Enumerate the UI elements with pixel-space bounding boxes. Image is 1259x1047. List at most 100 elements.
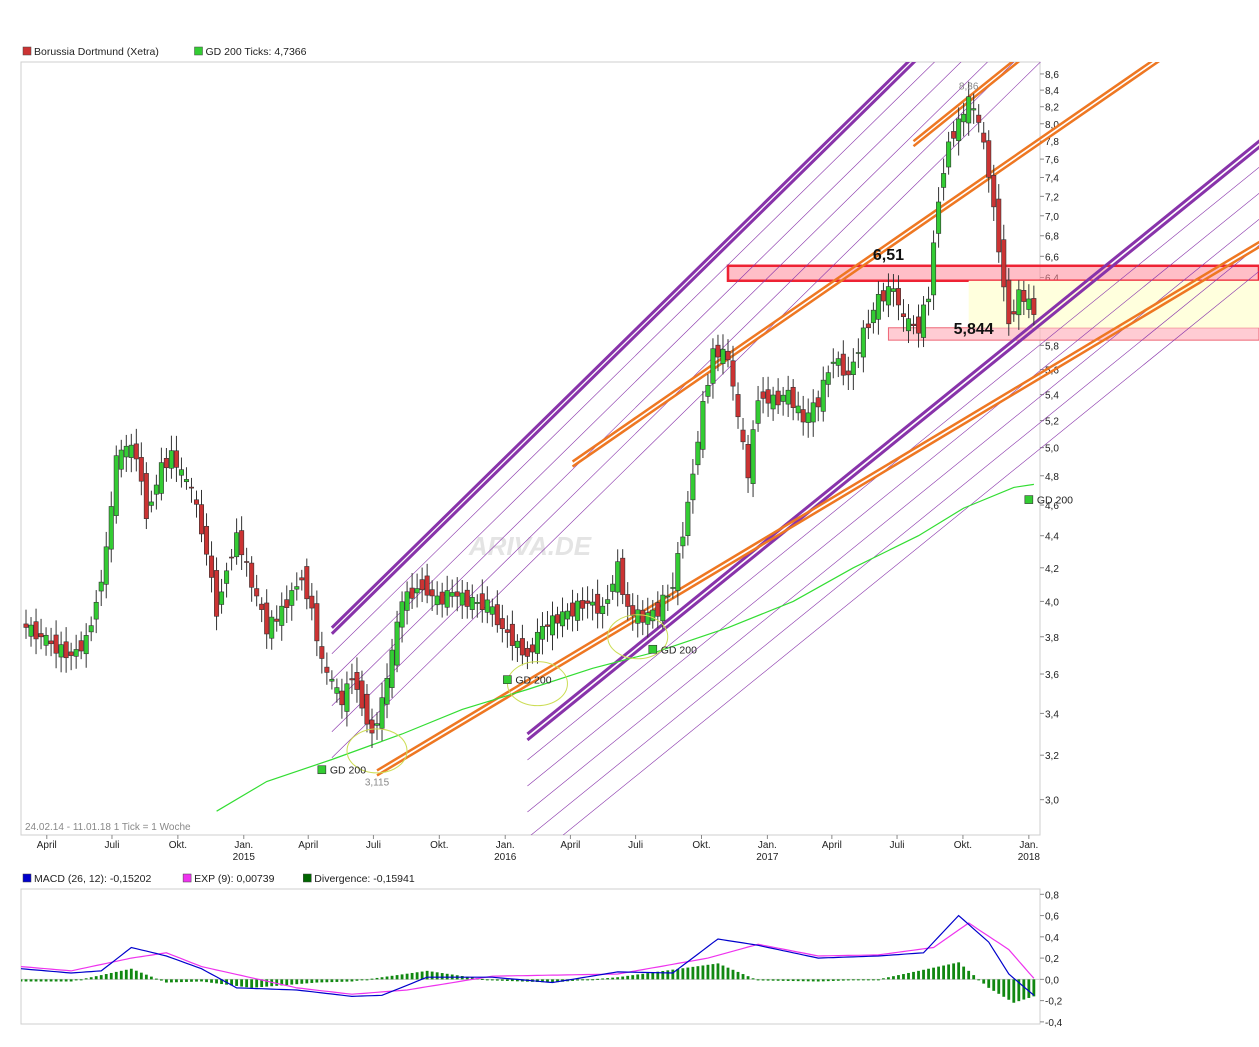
candle-down — [570, 602, 576, 617]
divergence-bar — [440, 973, 444, 980]
extreme-label: 3,115 — [365, 778, 390, 789]
gd200-tag-swatch — [648, 644, 658, 654]
macd-y-tick-label: -0,4 — [1045, 1018, 1063, 1029]
macd-legend-label: Divergence: -0,15941 — [314, 873, 415, 885]
candle-up — [414, 588, 420, 594]
candle-down — [555, 614, 561, 624]
divergence-bar — [761, 979, 765, 981]
candle-up — [750, 429, 756, 484]
divergence-bar — [846, 979, 850, 981]
candle-up — [875, 293, 881, 320]
candle-down — [524, 647, 530, 657]
x-tick-label: April — [298, 840, 318, 851]
divergence-bar — [907, 972, 910, 980]
divergence-bar — [696, 966, 700, 980]
macd-y-tick-label: -0,2 — [1045, 997, 1063, 1008]
candle-down — [745, 444, 751, 479]
divergence-bar — [210, 979, 213, 983]
divergence-bar — [99, 975, 103, 980]
x-tick-label: Jan. — [758, 840, 777, 851]
divergence-bar — [315, 979, 319, 983]
price-y-tick-label: 3,0 — [1045, 796, 1059, 807]
candle-down — [735, 394, 741, 418]
candle-up — [575, 600, 581, 621]
candle-down — [504, 629, 510, 633]
candle-down — [53, 634, 59, 654]
candle-down — [865, 323, 871, 329]
x-tick-label: Juli — [628, 840, 643, 851]
divergence-bar — [671, 969, 675, 980]
divergence-bar — [94, 976, 98, 980]
candle-up — [705, 384, 711, 397]
price-y-tick-label: 8,4 — [1045, 86, 1059, 97]
price-y-tick-label: 5,4 — [1045, 391, 1059, 402]
candle-up — [103, 546, 109, 585]
candle-up — [675, 553, 681, 591]
divergence-bar — [215, 979, 218, 984]
candle-down — [419, 579, 425, 591]
divergence-bar — [897, 975, 900, 980]
divergence-bar — [691, 966, 695, 980]
candle-down — [264, 602, 270, 635]
candle-down — [1031, 298, 1037, 315]
divergence-bar — [726, 967, 730, 980]
candle-down — [78, 640, 84, 652]
candle-up — [489, 606, 495, 615]
support-zone — [887, 327, 1259, 341]
divergence-bar — [495, 979, 499, 981]
divergence-bar — [836, 979, 840, 981]
candle-up — [118, 449, 124, 470]
divergence-bar — [205, 979, 208, 983]
divergence-bar — [917, 970, 920, 980]
candle-down — [48, 640, 54, 645]
divergence-bar — [380, 977, 384, 980]
x-tick-label: Okt. — [954, 840, 972, 851]
divergence-bar — [621, 976, 625, 980]
price-legend-label: Borussia Dortmund (Xetra) — [34, 46, 159, 58]
macd-legend-swatch — [22, 873, 32, 883]
divergence-bar — [977, 979, 981, 981]
candle-down — [133, 443, 139, 460]
divergence-bar — [175, 979, 178, 983]
candle-up — [469, 597, 475, 610]
candle-up — [700, 401, 706, 450]
divergence-bar — [816, 979, 820, 982]
divergence-bar — [636, 974, 640, 980]
candle-down — [63, 641, 69, 659]
macd-legend-swatch — [182, 873, 192, 883]
candle-up — [825, 372, 831, 385]
candle-down — [479, 593, 485, 611]
chart-canvas: Borussia Dortmund (Xetra) GD 200 Ticks: 4… — [20, 46, 1259, 1029]
divergence-bar — [305, 979, 309, 984]
candle-down — [23, 623, 29, 628]
divergence-bar — [405, 973, 409, 980]
candle-up — [830, 361, 836, 364]
divergence-bar — [345, 979, 349, 982]
divergence-bar — [746, 976, 750, 980]
divergence-bar — [335, 979, 339, 982]
candle-up — [885, 286, 891, 306]
divergence-bar — [89, 977, 93, 980]
macd-y-tick-label: 0,8 — [1045, 890, 1059, 901]
x-tick-label: Juli — [104, 840, 119, 851]
divergence-bar — [1002, 979, 1006, 997]
candle-down — [580, 600, 586, 609]
divergence-bar — [44, 979, 48, 982]
candle-up — [444, 590, 450, 608]
candle-up — [399, 601, 405, 628]
candle-up — [755, 400, 761, 424]
divergence-bar — [967, 970, 971, 980]
candle-down — [138, 457, 144, 482]
divergence-bar — [731, 969, 735, 980]
candle-down — [715, 344, 721, 358]
divergence-bar — [877, 979, 880, 981]
candle-up — [329, 679, 335, 682]
candle-up — [128, 444, 134, 458]
candle-up — [534, 631, 540, 654]
candle-down — [299, 577, 305, 581]
candle-down — [209, 555, 215, 578]
divergence-bar — [245, 979, 249, 988]
divergence-bar — [706, 964, 710, 980]
price-legend-item: Borussia Dortmund (Xetra) — [22, 46, 159, 58]
candle-down — [790, 386, 796, 408]
